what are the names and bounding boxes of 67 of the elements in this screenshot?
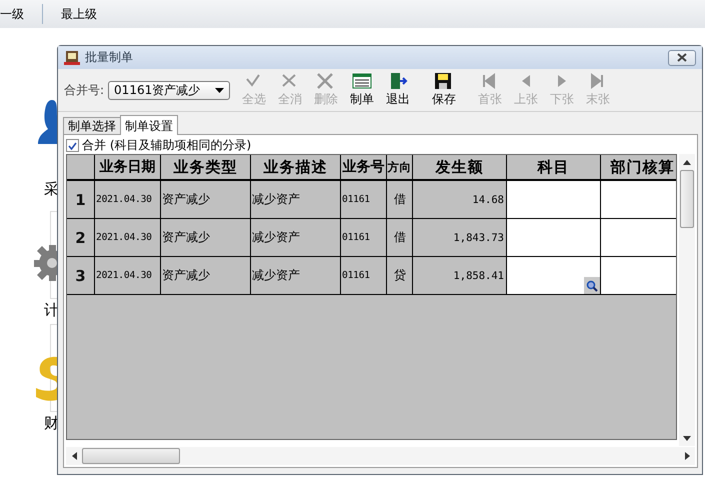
toolbar-button[interactable]: 保存 [426,71,462,109]
table-cell: 借 [387,181,413,219]
table-cell: 资产减少 [161,257,251,295]
vertical-scrollbar[interactable] [679,154,695,446]
column-header: 业务日期 [95,155,161,181]
input-cell[interactable] [601,219,676,257]
app-label[interactable]: 采 [44,180,59,198]
tab[interactable]: 制单设置 [120,115,178,135]
table-cell: 减少资产 [251,181,341,219]
search-icon [586,280,598,292]
table-cell: 01161 [341,181,387,219]
column-header: 业务号 [341,155,387,181]
tab[interactable]: 制单选择 [63,117,121,134]
input-cell[interactable] [507,181,601,219]
merge-dropdown[interactable]: 01161资产减少 [108,80,230,100]
column-header: 业务类型 [161,155,251,181]
row-number: 3 [67,257,95,295]
window-title: 批量制单 [85,49,134,66]
app-label[interactable]: 计 [44,301,59,319]
close-icon [677,53,687,62]
down-arrow-icon [683,436,691,440]
table-cell: 减少资产 [251,257,341,295]
horizontal-scrollbar[interactable] [66,447,695,465]
column-header: 方向 [387,155,413,181]
app-icon [64,50,80,66]
table-cell: 2021.04.30 [95,219,161,257]
lookup-button[interactable] [584,277,600,294]
field-label: 合并号: [64,82,104,98]
toolbar-button[interactable]: 制单 [344,71,380,109]
row-number: 1 [67,181,95,219]
input-cell[interactable] [507,219,601,257]
table-cell: 借 [387,219,413,257]
scroll-thumb[interactable] [680,170,694,228]
table-cell: 资产减少 [161,181,251,219]
input-cell[interactable] [601,257,676,295]
table-cell: 01161 [341,257,387,295]
check-icon [68,142,77,150]
dollar-icon [34,356,57,402]
nav-link[interactable]: 一级 [0,4,42,24]
caret-icon [215,88,224,92]
person-icon [38,100,57,144]
scroll-thumb[interactable] [82,448,180,464]
right-arrow-icon [684,452,690,460]
table-cell: 减少资产 [251,219,341,257]
table-cell: 2021.04.30 [95,181,161,219]
app-label[interactable]: 财 [44,414,59,432]
door-icon [388,72,408,90]
table-cell: 贷 [387,257,413,295]
column-header: 业务描述 [251,155,341,181]
input-cell[interactable] [507,257,601,295]
toolbar-button[interactable]: 退出 [380,71,416,109]
grid-icon [352,72,372,90]
previous-icon [522,75,530,87]
column-header: 发生额 [413,155,507,181]
table-cell: 01161 [341,219,387,257]
up-arrow-icon [683,160,691,164]
nav-link[interactable]: 最上级 [42,4,115,24]
checkbox[interactable] [66,139,79,152]
row-number: 2 [67,219,95,257]
close-button[interactable] [668,50,696,66]
input-cell[interactable] [601,181,676,219]
next-icon [558,75,566,87]
checkbox-label: 合并 (科目及辅助项相同的分录) [82,137,252,154]
table-cell: 资产减少 [161,219,251,257]
table-cell: 2021.04.30 [95,257,161,295]
column-header: 科目 [507,155,601,181]
left-arrow-icon [72,452,76,460]
